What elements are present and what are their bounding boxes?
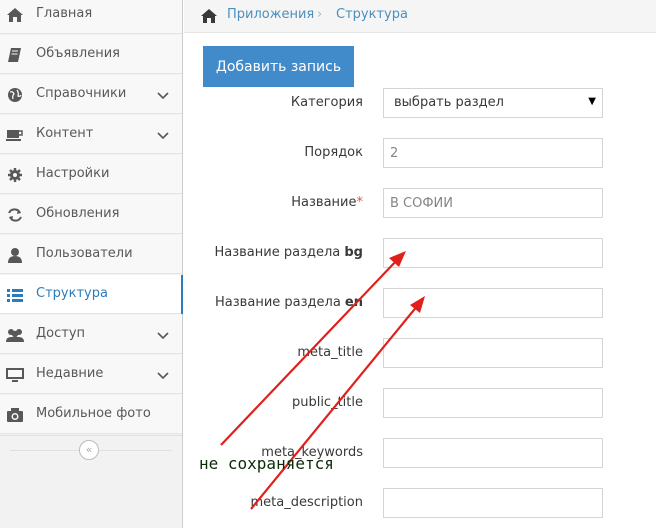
coffee-icon [6,127,24,143]
lang-code-en: en [344,295,363,310]
sidebar-item-structure[interactable]: Структура [0,275,183,314]
sidebar-item-label: Справочники [36,86,127,101]
name-en-label: Название раздела en [215,295,363,310]
sidebar-item-mobile-photo[interactable]: Мобильное фото [0,395,182,434]
add-record-button[interactable]: Добавить запись [203,46,354,87]
sidebar-collapse-bar: « [0,435,182,464]
sidebar-item-label: Недавние [36,366,104,381]
name-en-input[interactable] [383,288,603,318]
sidebar-item-recent[interactable]: Недавние [0,355,182,394]
name-input[interactable] [383,188,603,218]
collapse-sidebar-button[interactable]: « [79,440,99,460]
name-label-text: Название [291,195,357,210]
sidebar-item-directories[interactable]: Справочники [0,75,182,114]
meta-description-label: meta_description [250,495,363,510]
breadcrumb-link-apps[interactable]: Приложения [227,7,314,22]
order-input[interactable] [383,138,603,168]
camera-icon [6,407,24,423]
user-icon [6,247,24,263]
category-select[interactable]: выбрать раздел ▼ [383,88,603,118]
chevron-down-icon [157,329,169,340]
users-icon [6,327,24,343]
meta-description-input[interactable] [383,488,603,518]
name-bg-label-text: Название раздела [214,245,345,260]
sidebar-item-label: Пользователи [36,246,133,261]
sidebar-item-label: Главная [36,6,93,21]
home-icon [6,7,24,23]
sidebar-item-label: Объявления [36,46,120,61]
sidebar-item-label: Мобильное фото [36,406,151,421]
globe-icon [6,87,24,103]
chevron-down-icon [157,369,169,380]
meta-title-label: meta_title [297,345,363,360]
sidebar-item-label: Доступ [36,326,86,341]
annotation-text: не сохраняется [199,454,334,473]
sidebar-item-content[interactable]: Контент [0,115,182,154]
sidebar-item-label: Контент [36,126,94,141]
sidebar-item-users[interactable]: Пользователи [0,235,182,274]
public-title-input[interactable] [383,388,603,418]
desktop-icon [6,367,24,383]
sidebar-item-access[interactable]: Доступ [0,315,182,354]
list-icon [6,287,24,303]
caret-down-icon: ▼ [588,96,596,107]
name-bg-label: Название раздела bg [214,245,363,260]
name-en-label-text: Название раздела [215,295,345,310]
sidebar-item-home[interactable]: Главная [0,0,182,34]
order-label: Порядок [304,145,363,160]
sidebar-item-settings[interactable]: Настройки [0,155,182,194]
name-bg-input[interactable] [383,238,603,268]
sidebar-item-label: Структура [36,286,108,301]
gear-icon [6,167,24,183]
sidebar-item-label: Обновления [36,206,120,221]
sidebar: Главная Объявления Справочники Контент Н… [0,0,183,528]
chevron-down-icon [157,89,169,100]
home-icon[interactable] [200,8,218,24]
category-select-value: выбрать раздел [394,95,504,110]
required-mark: * [356,195,364,210]
book-icon [6,47,24,63]
chevron-down-icon [157,129,169,140]
meta-title-input[interactable] [383,338,603,368]
sidebar-item-updates[interactable]: Обновления [0,195,182,234]
sidebar-item-ads[interactable]: Объявления [0,35,182,74]
name-label: Название* [291,195,363,210]
lang-code-bg: bg [344,245,363,260]
breadcrumb-link-structure[interactable]: Структура [336,7,408,22]
breadcrumb: Приложения › Структура [184,0,656,33]
category-label: Категория [290,95,363,110]
refresh-icon [6,207,24,223]
breadcrumb-separator: › [317,7,323,22]
public-title-label: public_title [291,395,363,410]
meta-keywords-input[interactable] [383,438,603,468]
sidebar-item-label: Настройки [36,166,110,181]
